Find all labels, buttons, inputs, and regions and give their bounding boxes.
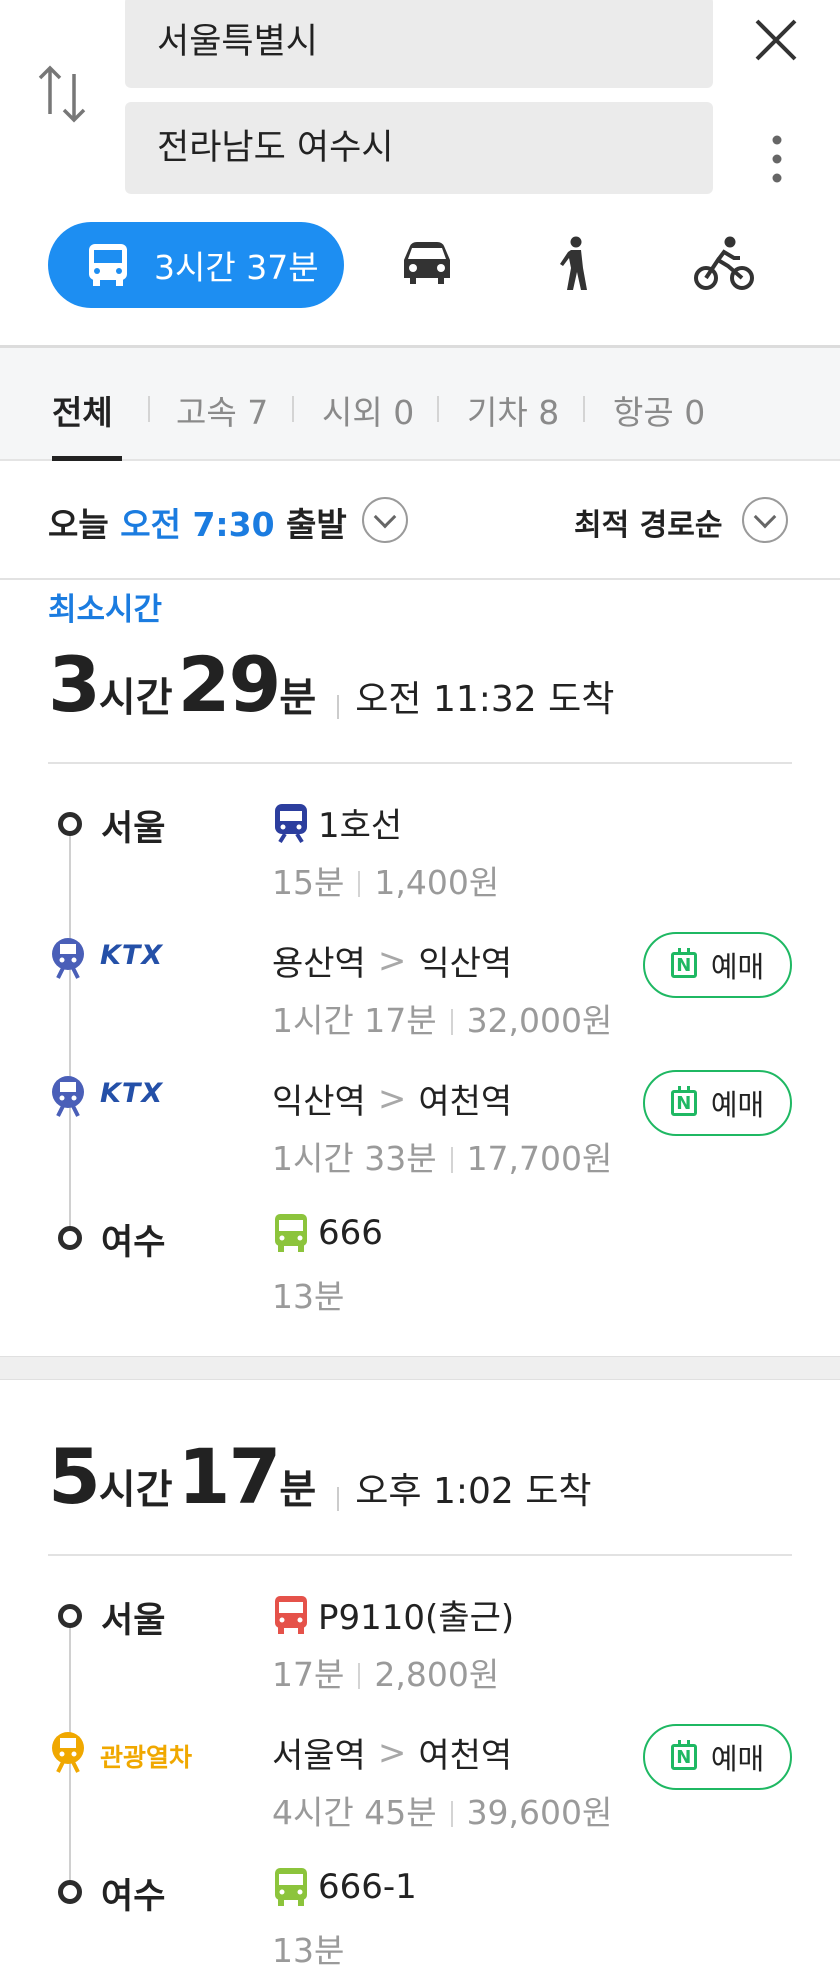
route-duration[interactable]: 5시간 17분 오후 1:02 도착 [48,1432,591,1521]
bus-icon [275,1868,307,1906]
naver-calendar-icon: N [670,1086,697,1116]
bicycle-icon[interactable] [694,236,754,296]
divider [0,578,840,580]
divider [48,762,792,764]
start-place: 서울 [101,809,166,849]
departure-suffix: 출발 [286,505,347,544]
transit-time: 3시간 37분 [154,248,319,287]
end-place: 여수 [101,1223,166,1263]
section-separator [0,1356,840,1380]
leg-train-route[interactable]: 익산역 > 여천역 [272,1074,512,1123]
leg-info: 15분 1,400원 [272,863,500,902]
train-icon [48,934,88,984]
tab-all[interactable]: 전체 [52,386,113,434]
tab-divider [437,396,439,422]
arrival-time: 오후 1:02 도착 [355,1471,592,1512]
subway-icon [275,803,307,843]
arrival-time: 오전 11:32 도착 [355,679,615,720]
leg-info: 13분 [272,1277,345,1316]
leg-bus[interactable]: 666-1 [272,1866,417,1908]
transit-mode-button[interactable]: 3시간 37분 [48,222,344,308]
leg-train-route[interactable]: 용산역 > 익산역 [272,936,512,985]
leg-train-route[interactable]: 서울역 > 여천역 [272,1728,512,1777]
tab-active-indicator [52,456,122,461]
book-button[interactable]: N 예매 [643,932,792,998]
end-dot [58,1226,82,1250]
leg-bus[interactable]: 666 [272,1212,383,1254]
end-dot [58,1880,82,1904]
bus-icon [275,1595,307,1634]
tab-intercity[interactable]: 시외 0 [322,386,414,434]
chevron-right-icon: > [377,1078,407,1119]
bus-icon [275,1214,307,1252]
start-dot [58,812,82,836]
leg-info: 17분 2,800원 [272,1655,500,1694]
tab-express[interactable]: 고속 7 [176,386,268,434]
leg-info: 1시간 33분 17,700원 [272,1139,613,1178]
tourist-train-label: 관광열차 [100,1743,193,1772]
ktx-logo: KTX [100,940,164,971]
destination-input[interactable]: 전라남도 여수시 [125,102,713,194]
route-duration[interactable]: 3시간 29분 오전 11:32 도착 [48,640,614,729]
chevron-right-icon: > [377,940,407,981]
tourist-train-icon [48,1728,88,1778]
close-icon[interactable] [754,18,798,62]
departure-day: 오늘 [48,505,109,544]
book-button[interactable]: N 예매 [643,1724,792,1790]
end-place: 여수 [101,1877,166,1917]
tab-divider [583,396,585,422]
ktx-logo: KTX [100,1078,164,1109]
leg-info: 13분 [272,1931,345,1970]
sort-dropdown-icon[interactable] [742,497,788,543]
tab-train[interactable]: 기차 8 [467,386,559,434]
naver-calendar-icon: N [670,948,697,978]
leg-subway[interactable]: 1호선 [272,798,402,847]
chevron-right-icon: > [377,1732,407,1773]
book-button[interactable]: N 예매 [643,1070,792,1136]
route-badge: 최소시간 [48,592,163,628]
filter-tabs: 전체 고속 7 시외 0 기차 8 항공 0 [0,345,840,461]
more-options-icon[interactable] [770,134,784,184]
bus-icon [89,244,127,286]
sort-label[interactable]: 최적 경로순 [574,500,722,544]
naver-calendar-icon: N [670,1740,697,1770]
origin-input[interactable]: 서울특별시 [125,0,713,88]
tab-divider [292,396,294,422]
tab-divider [148,396,150,422]
departure-time: 오전 7:30 [120,505,275,544]
tab-air[interactable]: 항공 0 [613,386,705,434]
walk-icon[interactable] [556,236,592,296]
train-icon [48,1072,88,1122]
divider [48,1554,792,1556]
departure-dropdown-icon[interactable] [362,497,408,543]
car-icon[interactable] [400,240,454,290]
start-dot [58,1604,82,1628]
route-line [69,824,71,1238]
leg-info: 4시간 45분 39,600원 [272,1793,613,1832]
swap-icon[interactable] [36,64,88,124]
leg-bus[interactable]: P9110(출근) [272,1590,514,1639]
start-place: 서울 [101,1601,166,1641]
departure-selector[interactable]: 오늘 오전 7:30 출발 [48,498,347,546]
leg-info: 1시간 17분 32,000원 [272,1001,613,1040]
